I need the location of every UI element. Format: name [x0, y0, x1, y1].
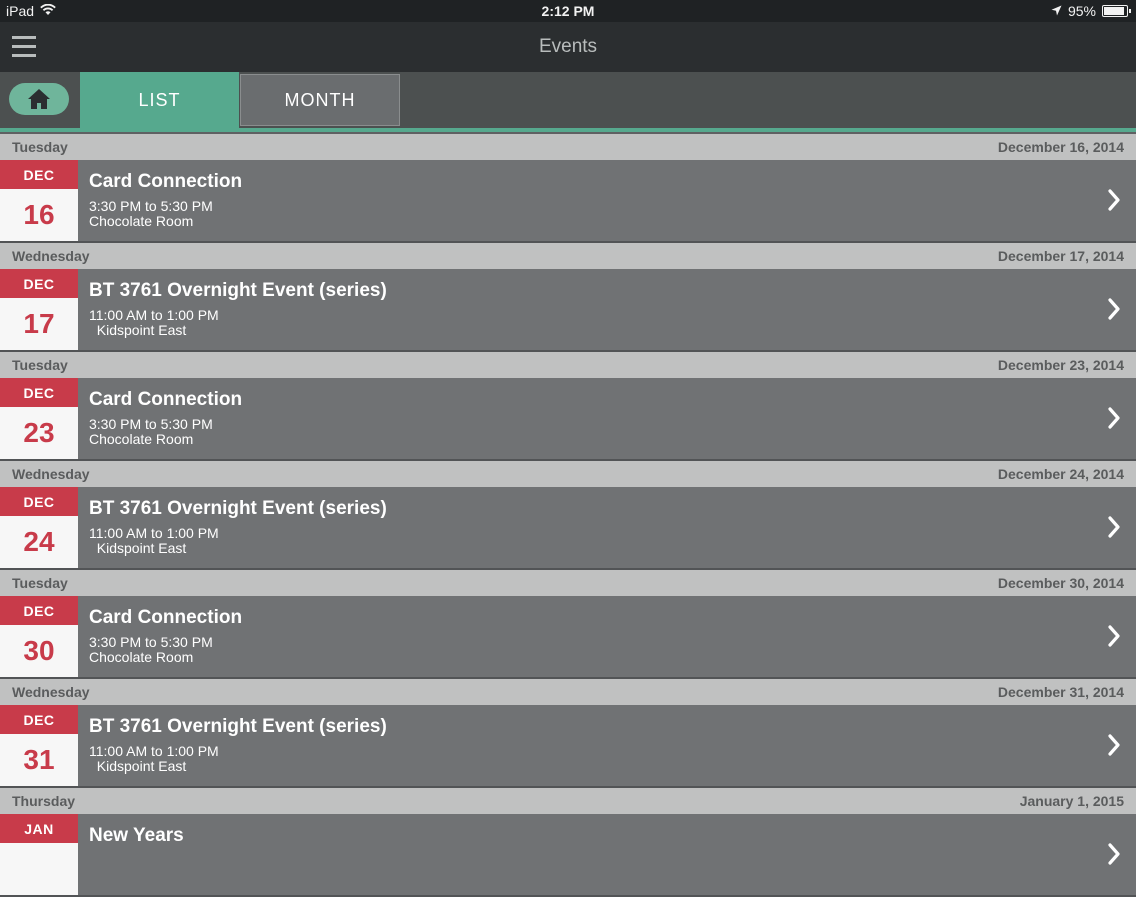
event-row[interactable]: DEC 17 BT 3761 Overnight Event (series) … — [0, 269, 1136, 352]
home-icon — [28, 89, 50, 109]
badge-month: DEC — [0, 487, 78, 516]
badge-month: JAN — [0, 814, 78, 843]
chevron-right-icon — [1108, 843, 1120, 865]
date-badge: DEC 30 — [0, 596, 78, 677]
badge-month: DEC — [0, 160, 78, 189]
event-row[interactable]: DEC 23 Card Connection 3:30 PM to 5:30 P… — [0, 378, 1136, 461]
location-arrow-icon — [1051, 3, 1062, 19]
date-label: December 31, 2014 — [997, 684, 1124, 700]
date-label: December 17, 2014 — [997, 248, 1124, 264]
chevron-right-icon — [1108, 189, 1120, 211]
event-location: Chocolate Room — [89, 431, 194, 447]
event-title: Card Connection — [89, 607, 243, 628]
event-title: Card Connection — [89, 389, 243, 410]
event-location: Kidspoint East — [89, 540, 187, 556]
date-badge: DEC 17 — [0, 269, 78, 350]
date-badge: DEC 24 — [0, 487, 78, 568]
day-header: Tuesday December 30, 2014 — [0, 570, 1136, 596]
event-title: BT 3761 Overnight Event (series) — [89, 498, 387, 519]
day-header: Tuesday December 16, 2014 — [0, 134, 1136, 160]
event-row[interactable]: DEC 24 BT 3761 Overnight Event (series) … — [0, 487, 1136, 570]
event-location: Chocolate Room — [89, 213, 194, 229]
tab-list[interactable]: LIST — [80, 72, 239, 128]
event-time: 11:00 AM to 1:00 PM — [89, 307, 219, 323]
status-time: 2:12 PM — [541, 3, 595, 19]
date-label: December 23, 2014 — [997, 357, 1124, 373]
event-time: 3:30 PM to 5:30 PM — [89, 416, 213, 432]
event-title: New Years — [89, 825, 184, 846]
event-location: Chocolate Room — [89, 649, 194, 665]
event-time: 3:30 PM to 5:30 PM — [89, 634, 213, 650]
day-header: Wednesday December 17, 2014 — [0, 243, 1136, 269]
date-badge: JAN — [0, 814, 78, 895]
battery-percent: 95% — [1067, 3, 1096, 19]
event-row[interactable]: DEC 16 Card Connection 3:30 PM to 5:30 P… — [0, 160, 1136, 243]
tab-month[interactable]: MONTH — [240, 74, 400, 126]
event-time: 11:00 AM to 1:00 PM — [89, 525, 219, 541]
chevron-right-icon — [1108, 625, 1120, 647]
event-title: BT 3761 Overnight Event (series) — [89, 716, 387, 737]
badge-day: 16 — [23, 199, 55, 230]
weekday-label: Tuesday — [12, 357, 68, 373]
weekday-label: Wednesday — [12, 248, 90, 264]
date-label: December 30, 2014 — [997, 575, 1124, 591]
event-title: Card Connection — [89, 171, 243, 192]
date-badge: DEC 16 — [0, 160, 78, 241]
badge-month: DEC — [0, 705, 78, 734]
badge-month: DEC — [0, 596, 78, 625]
chevron-right-icon — [1108, 298, 1120, 320]
weekday-label: Thursday — [12, 793, 76, 809]
chevron-right-icon — [1108, 734, 1120, 756]
event-row[interactable]: DEC 31 BT 3761 Overnight Event (series) … — [0, 705, 1136, 788]
badge-day — [0, 843, 78, 895]
badge-day: 24 — [23, 526, 55, 557]
weekday-label: Wednesday — [12, 466, 90, 482]
badge-day: 23 — [23, 417, 55, 448]
home-button[interactable] — [9, 83, 69, 115]
date-badge: DEC 23 — [0, 378, 78, 459]
badge-day: 31 — [23, 744, 55, 775]
day-header: Tuesday December 23, 2014 — [0, 352, 1136, 378]
event-list: Tuesday December 16, 2014 DEC 16 Card Co… — [0, 134, 1136, 897]
date-label: December 24, 2014 — [997, 466, 1124, 482]
weekday-label: Wednesday — [12, 684, 90, 700]
event-time: 11:00 AM to 1:00 PM — [89, 743, 219, 759]
battery-icon — [1102, 5, 1131, 17]
weekday-label: Tuesday — [12, 575, 68, 591]
event-location: Kidspoint East — [89, 758, 187, 774]
badge-month: DEC — [0, 378, 78, 407]
page-title: Events — [538, 36, 598, 57]
date-badge: DEC 31 — [0, 705, 78, 786]
nav-bar: Events — [0, 22, 1136, 72]
badge-day: 17 — [23, 308, 55, 339]
chevron-right-icon — [1108, 407, 1120, 429]
status-bar: iPad 2:12 PM 95% — [0, 0, 1136, 22]
badge-month: DEC — [0, 269, 78, 298]
date-label: December 16, 2014 — [997, 139, 1124, 155]
event-title: BT 3761 Overnight Event (series) — [89, 280, 387, 301]
day-header: Wednesday December 24, 2014 — [0, 461, 1136, 487]
date-label: January 1, 2015 — [1019, 793, 1124, 809]
chevron-right-icon — [1108, 516, 1120, 538]
event-row[interactable]: DEC 30 Card Connection 3:30 PM to 5:30 P… — [0, 596, 1136, 679]
event-row[interactable]: JAN New Years — [0, 814, 1136, 897]
tab-bar: LIST MONTH — [0, 72, 1136, 132]
event-time: 3:30 PM to 5:30 PM — [89, 198, 213, 214]
badge-day: 30 — [23, 635, 55, 666]
day-header: Wednesday December 31, 2014 — [0, 679, 1136, 705]
weekday-label: Tuesday — [12, 139, 68, 155]
event-location: Kidspoint East — [89, 322, 187, 338]
day-header: Thursday January 1, 2015 — [0, 788, 1136, 814]
